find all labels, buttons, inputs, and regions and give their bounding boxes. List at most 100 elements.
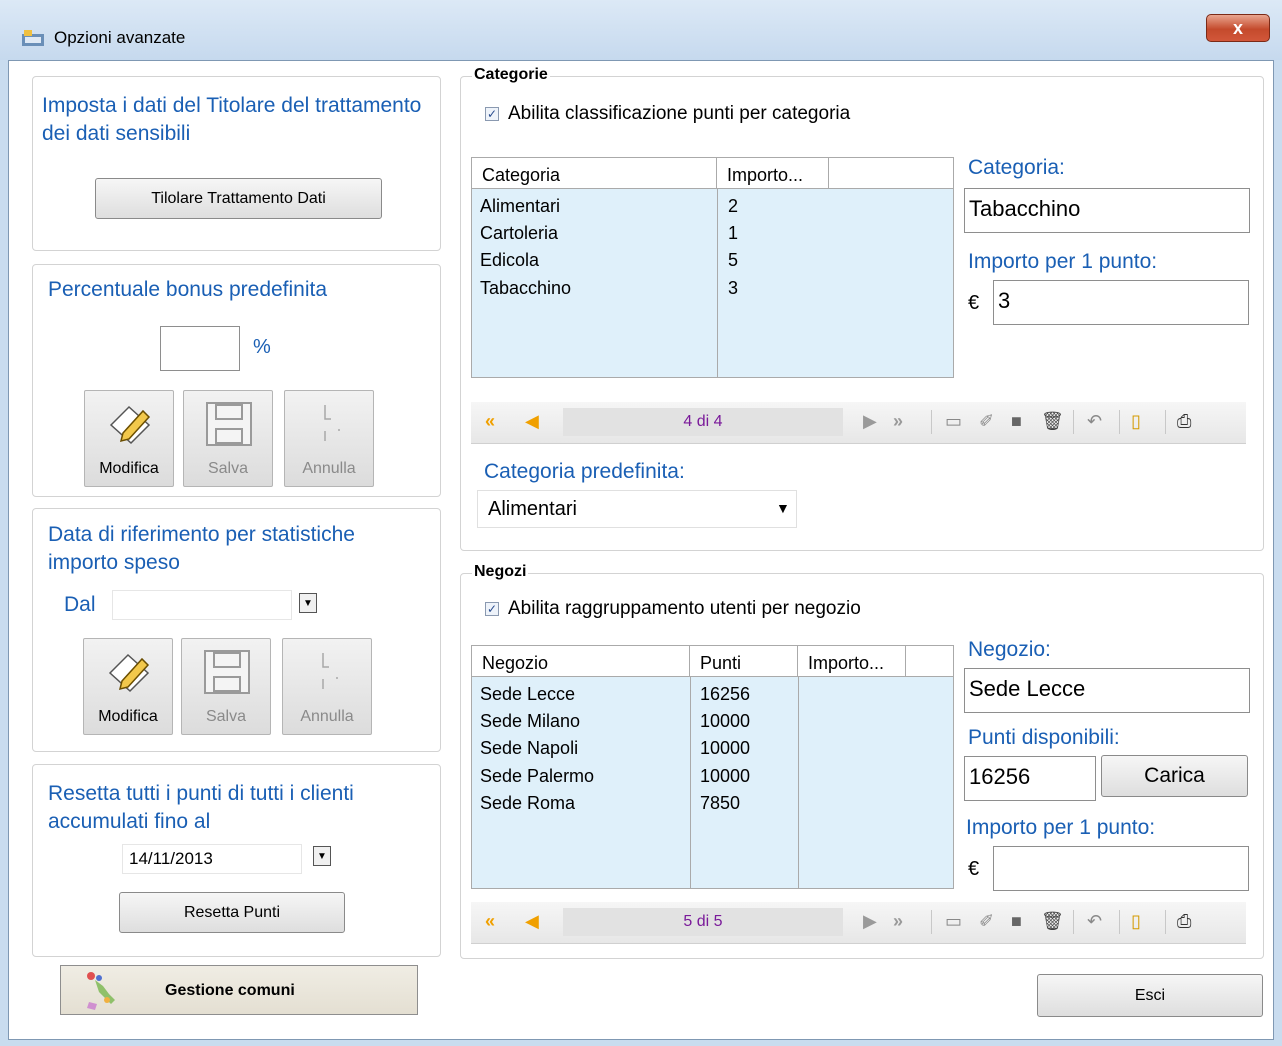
edit-record-icon[interactable]: ✐ bbox=[979, 910, 994, 932]
separator bbox=[1073, 410, 1074, 434]
table-cell[interactable]: Tabacchino bbox=[480, 278, 571, 299]
salva-label: Salva bbox=[205, 708, 247, 725]
save-record-icon[interactable]: ■ bbox=[1011, 410, 1022, 432]
bonus-modifica-button[interactable]: Modifica bbox=[84, 390, 174, 487]
importo-per-punto-field[interactable]: 3 bbox=[993, 280, 1249, 325]
importo-per-punto-label: Importo per 1 punto: bbox=[968, 250, 1158, 273]
last-record-icon[interactable]: » bbox=[893, 410, 903, 432]
pencil-icon bbox=[108, 653, 150, 693]
column-header-punti[interactable]: Punti bbox=[690, 646, 798, 676]
euro-label: € bbox=[968, 292, 980, 314]
first-record-icon[interactable]: « bbox=[485, 910, 495, 932]
close-button[interactable]: x bbox=[1206, 14, 1270, 42]
separator bbox=[1165, 410, 1166, 434]
print-icon[interactable]: ⎙ bbox=[1177, 410, 1191, 432]
gestione-comuni-button[interactable]: Gestione comuni bbox=[60, 965, 418, 1015]
column-header-importo[interactable]: Importo... bbox=[717, 158, 829, 188]
separator bbox=[1165, 910, 1166, 934]
negozi-navigator: « ◀ 5 di 5 ▶ » ▭ ✐ ■ 🗑 ↶ ▯ ⎙ bbox=[471, 902, 1246, 944]
last-record-icon[interactable]: » bbox=[893, 910, 903, 932]
esci-button[interactable]: Esci bbox=[1037, 974, 1263, 1017]
table-cell[interactable]: 1 bbox=[728, 223, 738, 244]
punti-disponibili-field[interactable]: 16256 bbox=[964, 756, 1096, 801]
resetta-punti-button[interactable]: Resetta Punti bbox=[119, 892, 345, 933]
table-cell[interactable]: Cartoleria bbox=[480, 223, 558, 244]
app-icon bbox=[22, 30, 44, 46]
table-cell[interactable]: Sede Roma bbox=[480, 793, 575, 814]
edit-record-icon[interactable]: ✐ bbox=[979, 410, 994, 432]
table-cell[interactable]: Sede Milano bbox=[480, 711, 580, 732]
window-title: Opzioni avanzate bbox=[54, 28, 186, 47]
bonus-percent-input[interactable] bbox=[160, 326, 240, 371]
save-record-icon[interactable]: ■ bbox=[1011, 910, 1022, 932]
floppy-disk-icon bbox=[206, 402, 252, 446]
negozi-enable-label: Abilita raggruppamento utenti per negozi… bbox=[508, 598, 861, 619]
bonus-salva-button[interactable]: Salva bbox=[183, 390, 273, 487]
table-cell[interactable]: 16256 bbox=[700, 684, 750, 705]
data-salva-button[interactable]: Salva bbox=[181, 638, 271, 735]
modifica-label: Modifica bbox=[98, 708, 158, 725]
categorie-enable-checkbox[interactable]: ✓ bbox=[485, 107, 499, 121]
salva-label: Salva bbox=[207, 460, 249, 477]
floppy-disk-icon bbox=[204, 650, 250, 694]
data-annulla-button[interactable]: Annulla bbox=[282, 638, 372, 735]
column-header-importo[interactable]: Importo... bbox=[798, 646, 906, 676]
previous-record-icon[interactable]: ◀ bbox=[525, 910, 539, 932]
titolare-trattamento-dati-button[interactable]: Tilolare Trattamento Dati bbox=[95, 178, 382, 219]
table-cell[interactable]: 2 bbox=[728, 196, 738, 217]
dal-date-field[interactable] bbox=[112, 590, 292, 620]
separator bbox=[931, 410, 932, 434]
reset-date-field[interactable]: 14/11/2013 bbox=[122, 844, 302, 874]
reset-heading: Resetta tutti i punti di tutti i clienti… bbox=[48, 782, 354, 833]
table-cell[interactable]: 3 bbox=[728, 278, 738, 299]
negozio-field[interactable]: Sede Lecce bbox=[964, 668, 1250, 713]
table-cell[interactable]: 7850 bbox=[700, 793, 740, 814]
table-cell[interactable]: Sede Lecce bbox=[480, 684, 575, 705]
categoria-field[interactable]: Tabacchino bbox=[964, 188, 1250, 233]
bookmark-icon[interactable]: ▯ bbox=[1131, 410, 1141, 432]
column-divider bbox=[717, 188, 718, 377]
table-cell[interactable]: 5 bbox=[728, 250, 738, 271]
italy-map-icon bbox=[87, 972, 115, 1010]
data-riferimento-heading: Data di riferimento per statistiche impo… bbox=[48, 523, 355, 574]
table-cell[interactable]: 10000 bbox=[700, 738, 750, 759]
categorie-grid[interactable]: Categoria Importo... Alimentari 2 Cartol… bbox=[471, 157, 954, 378]
table-cell[interactable]: Alimentari bbox=[480, 196, 560, 217]
new-record-icon[interactable]: ▭ bbox=[945, 910, 962, 932]
punti-disponibili-label: Punti disponibili: bbox=[968, 726, 1120, 749]
negozi-importo-per-punto-field[interactable] bbox=[993, 846, 1249, 891]
negozi-importo-per-punto-label: Importo per 1 punto: bbox=[966, 816, 1156, 839]
column-header-categoria[interactable]: Categoria bbox=[472, 158, 717, 188]
undo-record-icon[interactable]: ↶ bbox=[1087, 410, 1102, 432]
table-cell[interactable]: Sede Napoli bbox=[480, 738, 578, 759]
next-record-icon[interactable]: ▶ bbox=[863, 410, 877, 432]
print-icon[interactable]: ⎙ bbox=[1177, 910, 1191, 932]
bookmark-icon[interactable]: ▯ bbox=[1131, 910, 1141, 932]
undo-record-icon[interactable]: ↶ bbox=[1087, 910, 1102, 932]
carica-button[interactable]: Carica bbox=[1101, 755, 1248, 797]
negozi-grid[interactable]: Negozio Punti Importo... Sede Lecce 1625… bbox=[471, 645, 954, 889]
negozi-enable-checkbox[interactable]: ✓ bbox=[485, 602, 499, 616]
delete-trash-icon[interactable]: 🗑 bbox=[1041, 910, 1064, 932]
dal-dropdown-arrow-icon[interactable]: ▼ bbox=[299, 593, 317, 613]
separator bbox=[1119, 910, 1120, 934]
reset-date-dropdown-arrow-icon[interactable]: ▼ bbox=[313, 846, 331, 866]
separator bbox=[931, 910, 932, 934]
separator bbox=[1073, 910, 1074, 934]
table-cell[interactable]: Edicola bbox=[480, 250, 539, 271]
categoria-predefinita-select[interactable]: Alimentari bbox=[477, 490, 797, 528]
table-cell[interactable]: Sede Palermo bbox=[480, 766, 594, 787]
table-cell[interactable]: 10000 bbox=[700, 711, 750, 732]
chevron-down-icon[interactable]: ▼ bbox=[776, 500, 790, 516]
bonus-annulla-button[interactable]: Annulla bbox=[284, 390, 374, 487]
first-record-icon[interactable]: « bbox=[485, 410, 495, 432]
delete-trash-icon[interactable]: 🗑 bbox=[1041, 410, 1064, 432]
new-record-icon[interactable]: ▭ bbox=[945, 410, 962, 432]
table-cell[interactable]: 10000 bbox=[700, 766, 750, 787]
previous-record-icon[interactable]: ◀ bbox=[525, 410, 539, 432]
column-header-negozio[interactable]: Negozio bbox=[472, 646, 690, 676]
dal-label: Dal bbox=[64, 593, 96, 616]
euro-label: € bbox=[968, 858, 980, 880]
data-modifica-button[interactable]: Modifica bbox=[83, 638, 173, 735]
next-record-icon[interactable]: ▶ bbox=[863, 910, 877, 932]
